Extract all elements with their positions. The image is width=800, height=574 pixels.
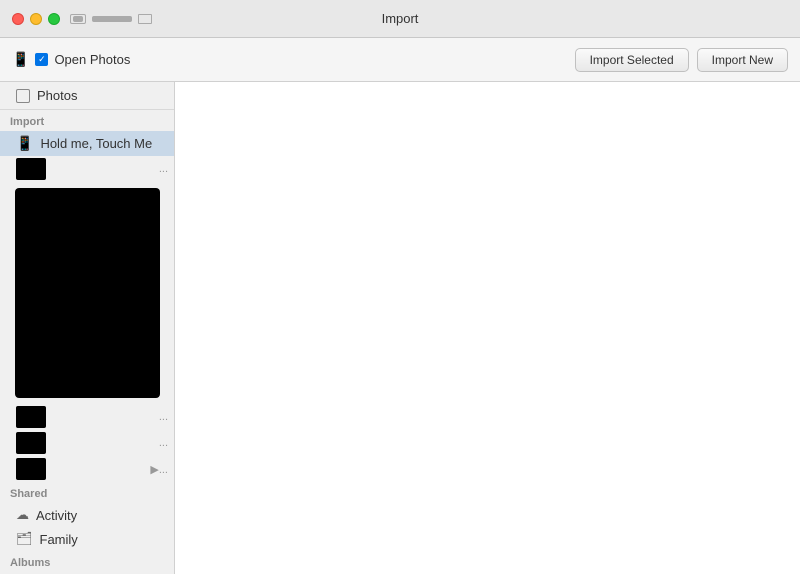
preview-thumb-1 (16, 158, 46, 180)
window-controls (70, 14, 152, 24)
close-button[interactable] (12, 13, 24, 25)
preview-row-3: ... (0, 430, 174, 456)
cloud-icon: ☁ (16, 507, 29, 523)
device-label: Hold me, Touch Me (40, 136, 152, 151)
import-section-header: Import (0, 110, 174, 131)
sidebar-item-activity[interactable]: ☁ Activity (0, 503, 174, 527)
import-selected-button[interactable]: Import Selected (575, 48, 689, 72)
folder-icon-family: 🗂 (16, 531, 33, 547)
preview-dots-1: ... (159, 163, 168, 175)
activity-label: Activity (36, 508, 77, 523)
preview-row-4: ▶... (0, 456, 174, 482)
photos-label: Photos (37, 88, 77, 103)
albums-section-header: Albums (0, 551, 174, 572)
preview-dots-4: ▶... (150, 463, 168, 476)
sidebar: Photos Import 📱 Hold me, Touch Me ... ..… (0, 82, 175, 574)
open-photos-checkbox[interactable]: ✓ (35, 53, 48, 66)
phone-preview-area: ... ... ... ▶... (0, 156, 174, 482)
toolbar: 📱 ✓ Open Photos Import Selected Import N… (0, 38, 800, 82)
maximize-button[interactable] (48, 13, 60, 25)
photos-library-icon (16, 89, 30, 103)
preview-thumb-4 (16, 458, 46, 480)
import-new-button[interactable]: Import New (697, 48, 788, 72)
preview-row-2: ... (0, 404, 174, 430)
progress-bar (92, 16, 132, 22)
open-photos-container: 📱 ✓ Open Photos (12, 51, 130, 68)
shared-section-header: Shared (0, 482, 174, 503)
device-phone-icon: 📱 (16, 135, 33, 152)
content-area (175, 82, 800, 574)
minimize-button[interactable] (30, 13, 42, 25)
family-label: Family (40, 532, 78, 547)
sidebar-item-photos[interactable]: Photos (0, 82, 174, 110)
main-layout: Photos Import 📱 Hold me, Touch Me ... ..… (0, 82, 800, 574)
titlebar: Import (0, 0, 800, 38)
sidebar-item-family[interactable]: 🗂 Family (0, 527, 174, 551)
preview-thumb-2 (16, 406, 46, 428)
toolbar-right: Import Selected Import New (575, 48, 788, 72)
phone-main-preview (15, 188, 160, 398)
traffic-lights (12, 13, 60, 25)
window-mode-icon (70, 14, 86, 24)
preview-dots-3: ... (159, 437, 168, 449)
preview-row-1: ... (0, 156, 174, 182)
window-title: Import (382, 11, 419, 26)
view-icon (138, 14, 152, 24)
preview-dots-2: ... (159, 411, 168, 423)
open-photos-label: Open Photos (54, 52, 130, 67)
preview-thumb-3 (16, 432, 46, 454)
sidebar-item-device[interactable]: 📱 Hold me, Touch Me (0, 131, 174, 156)
phone-icon: 📱 (12, 51, 29, 68)
